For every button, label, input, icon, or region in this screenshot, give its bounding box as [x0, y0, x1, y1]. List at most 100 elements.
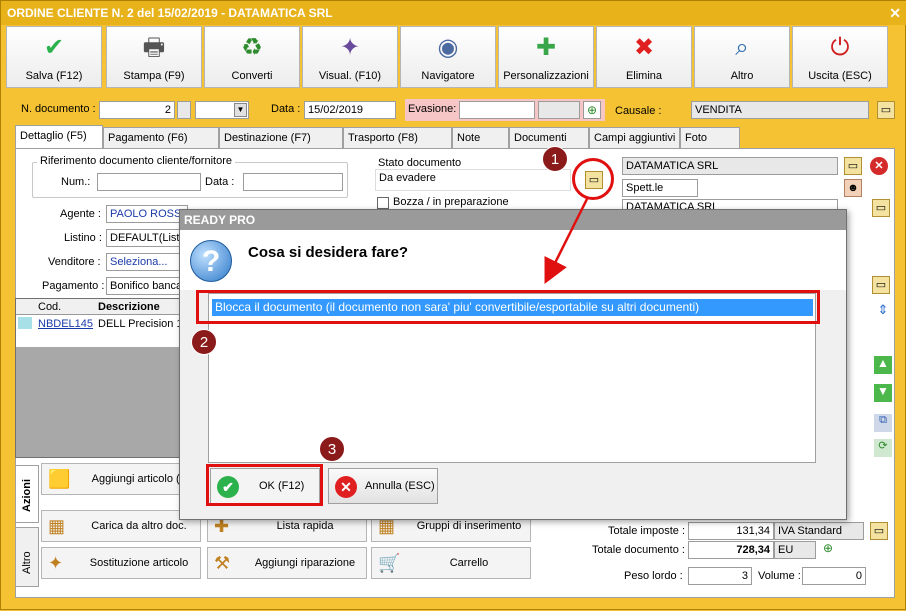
stampa-f9-button[interactable]: 🖶 Stampa (F9) [106, 26, 202, 88]
peso-label: Peso lordo : [624, 570, 683, 582]
evasione-input[interactable] [459, 101, 535, 119]
totale-documento-label: Totale documento : [592, 544, 685, 556]
tab-note[interactable]: Note [452, 127, 509, 148]
rif-group: Riferimento documento cliente/fornitore … [32, 155, 348, 198]
toolbar-label: Stampa (F9) [123, 70, 185, 82]
cancel-icon: ✕ [335, 476, 357, 498]
zoom-icon[interactable]: ⊕ [583, 101, 601, 119]
grid-col-cod[interactable]: Cod. [38, 301, 61, 313]
tab-destinazione-f7[interactable]: Destinazione (F7) [219, 127, 343, 148]
action-label: Carrello [449, 557, 489, 569]
printer-icon: 🖶 [142, 34, 166, 61]
tab-altro[interactable]: Altro [15, 527, 39, 587]
pagamento-input[interactable]: Bonifico bancar [106, 277, 188, 295]
ndoc-series-select[interactable]: ▼ [195, 101, 249, 119]
header-row: N. documento : 2 ▼ Data : 15/02/2019 Eva… [1, 99, 906, 121]
causale-label: Causale : [615, 105, 662, 117]
aggiungi-articolo-f-button[interactable]: 🟨 Aggiungi articolo (F [41, 463, 201, 495]
tab-azioni[interactable]: Azioni [15, 465, 39, 523]
table-row[interactable]: NBDEL145 DELL Precision 15 [16, 315, 192, 347]
dialog-title: READY PRO [180, 210, 846, 230]
check-icon: ✔ [43, 34, 65, 61]
toolbar-label: Uscita (ESC) [808, 70, 872, 82]
evasione-disabled-input [538, 101, 580, 119]
toolbar-label: Personalizzazioni [503, 70, 589, 82]
toolbar-label: Navigatore [421, 70, 475, 82]
cancel-label: Annulla (ESC) [365, 480, 435, 492]
tab-trasporto-f8[interactable]: Trasporto (F8) [343, 127, 452, 148]
bozza-checkbox[interactable] [377, 197, 389, 209]
search-icon: ⌕ [735, 34, 749, 61]
ndoc-suffix-button[interactable] [177, 101, 191, 119]
rif-data-input[interactable] [243, 173, 343, 191]
causale-folder-icon[interactable]: ▭ [877, 101, 895, 119]
replace-icon: ✦ [48, 553, 64, 573]
tab-dettaglio-f5[interactable]: Dettaglio (F5) [15, 125, 103, 148]
add-article-icon: 🟨 [48, 469, 71, 489]
converti-button[interactable]: ♻ Converti [204, 26, 300, 88]
row-desc: DELL Precision 15 [98, 318, 189, 330]
cliente-remove-icon[interactable]: ✕ [870, 157, 888, 175]
salva-f12-button[interactable]: ✔ Salva (F12) [6, 26, 102, 88]
person-icon[interactable]: ☻ [844, 179, 862, 197]
valuta-zoom-icon[interactable]: ⊕ [820, 541, 836, 557]
volume-value[interactable]: 0 [802, 567, 866, 585]
date-input[interactable]: 15/02/2019 [304, 101, 396, 119]
toolbar-label: Converti [231, 70, 273, 82]
listino-label: Listino : [64, 232, 102, 244]
badge-1: 1 [542, 146, 568, 172]
tab-campi-aggiuntivi[interactable]: Campi aggiuntivi [589, 127, 680, 148]
close-icon[interactable]: ✕ [889, 1, 901, 25]
sostituzione-articolo-button[interactable]: ✦ Sostituzione articolo [41, 547, 201, 579]
stato-value: Da evadere [375, 169, 571, 191]
rif-num-input[interactable] [97, 173, 201, 191]
cliente-folder-icon[interactable]: ▭ [844, 157, 862, 175]
copy-icon[interactable]: ⧉ [874, 414, 892, 432]
aggiungi-riparazione-button[interactable]: ⚒ Aggiungi riparazione [207, 547, 367, 579]
navigator-icon: ◉ [437, 34, 459, 61]
toolbar-label: Elimina [625, 70, 663, 82]
carrello-button[interactable]: 🛒 Carrello [371, 547, 531, 579]
bozza-label: Bozza / in preparazione [393, 196, 509, 208]
tab-pagamento-f6[interactable]: Pagamento (F6) [103, 127, 219, 148]
dialog-header: ? Cosa si desidera fare? [180, 230, 846, 290]
move-up-icon[interactable]: ▲ [874, 356, 892, 374]
grid-col-desc[interactable]: Descrizione [98, 301, 160, 313]
tab-documenti[interactable]: Documenti [509, 127, 589, 148]
personalizzazioni-button[interactable]: ✚ Personalizzazioni [498, 26, 594, 88]
chevron-down-icon[interactable]: ▼ [234, 103, 247, 117]
causale-input[interactable]: VENDITA [691, 101, 869, 119]
navigatore-button[interactable]: ◉ Navigatore [400, 26, 496, 88]
address2-folder-icon[interactable]: ▭ [872, 276, 890, 294]
venditore-label: Venditore : [48, 256, 101, 268]
valuta-select[interactable]: EU [774, 541, 816, 559]
refresh-icon[interactable]: ⟳ [874, 439, 892, 457]
move-top-icon[interactable]: ⇕ [874, 302, 892, 320]
spett-input[interactable]: Spett.le [622, 179, 698, 197]
iva-folder-icon[interactable]: ▭ [870, 522, 888, 540]
agente-input[interactable]: PAOLO ROSSI [106, 205, 188, 223]
dialog-question: Cosa si desidera fare? [248, 244, 409, 261]
move-down-icon[interactable]: ▼ [874, 384, 892, 402]
cancel-button[interactable]: ✕ Annulla (ESC) [328, 468, 438, 504]
cliente-name: DATAMATICA SRL [622, 157, 838, 175]
magic-wand-icon: ✦ [339, 34, 361, 61]
address-folder-icon[interactable]: ▭ [872, 199, 890, 217]
agente-label: Agente : [60, 208, 101, 220]
totale-imposte-label: Totale imposte : [608, 525, 686, 537]
elimina-button[interactable]: ✖ Elimina [596, 26, 692, 88]
listino-input[interactable]: DEFAULT(Listin [106, 229, 188, 247]
tab-foto[interactable]: Foto [680, 127, 740, 148]
badge-2: 2 [191, 329, 217, 355]
visual-f10-button[interactable]: ✦ Visual. (F10) [302, 26, 398, 88]
ndoc-input[interactable]: 2 [99, 101, 175, 119]
altro-button[interactable]: ⌕ Altro [694, 26, 790, 88]
peso-value[interactable]: 3 [688, 567, 752, 585]
totale-documento-value: 728,34 [688, 541, 774, 559]
rif-title: Riferimento documento cliente/fornitore [37, 155, 235, 167]
uscita-esc-button[interactable]: ⏻ Uscita (ESC) [792, 26, 888, 88]
row-cod[interactable]: NBDEL145 [38, 318, 93, 330]
iva-select[interactable]: IVA Standard [774, 522, 864, 540]
carica-da-altro-doc-button[interactable]: ▦ Carica da altro doc. [41, 510, 201, 542]
venditore-input[interactable]: Seleziona... [106, 253, 188, 271]
